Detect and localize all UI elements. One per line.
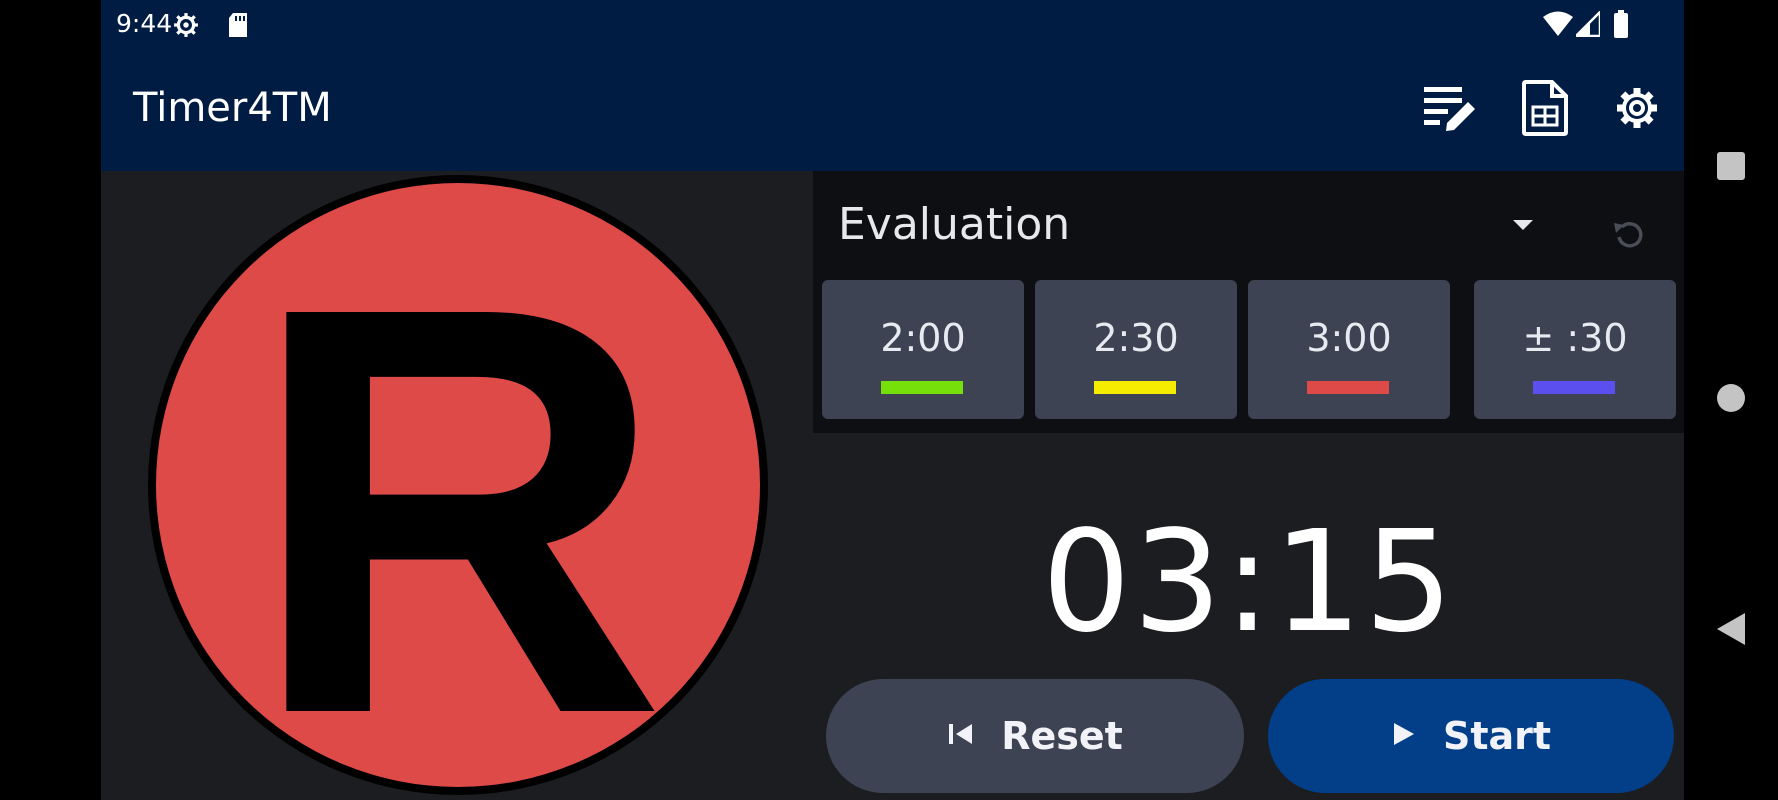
skip-previous-icon [947, 720, 975, 752]
home-button[interactable] [1684, 365, 1778, 435]
start-label: Start [1442, 714, 1552, 758]
status-bar: 9:44 [101, 0, 1684, 50]
app-title: Timer4TM [133, 85, 332, 131]
red-time-value: 3:00 [1306, 316, 1392, 360]
reset-label: Reset [1001, 714, 1123, 758]
status-light: R [139, 171, 779, 800]
recents-button[interactable] [1684, 133, 1778, 203]
speech-type-selector[interactable]: Evaluation 2:00 2:30 3:00 ±:30 [813, 171, 1684, 433]
wifi-icon [1543, 11, 1573, 41]
navigation-bar [1684, 0, 1778, 800]
back-triangle-icon [1716, 612, 1746, 650]
cell-signal-icon [1572, 8, 1602, 41]
sd-card-icon [227, 12, 249, 42]
recents-square-icon [1716, 151, 1746, 185]
grace-time-card[interactable]: ± :30 [1474, 280, 1676, 419]
home-circle-icon [1716, 383, 1746, 417]
green-time-card[interactable]: 2:00 [822, 280, 1024, 419]
settings-gear-icon [1615, 86, 1659, 134]
spreadsheet-icon [1522, 80, 1568, 140]
speech-type-label: Evaluation [838, 199, 1071, 250]
grace-time-value: ± :30 [1522, 316, 1628, 360]
settings-notification-icon [173, 12, 199, 42]
app-bar: Timer4TM [101, 50, 1684, 171]
yellow-time-card[interactable]: 2:30 [1035, 280, 1237, 419]
green-indicator [881, 381, 963, 394]
reset-button[interactable]: Reset [826, 679, 1244, 793]
battery-icon [1613, 10, 1629, 42]
green-time-value: 2:00 [880, 316, 966, 360]
red-time-card[interactable]: 3:00 [1248, 280, 1450, 419]
dropdown-arrow-icon [1503, 220, 1543, 245]
back-button[interactable] [1684, 596, 1778, 666]
status-time: 9:44 [116, 9, 173, 38]
spreadsheet-button[interactable] [1513, 78, 1577, 142]
yellow-indicator [1094, 381, 1176, 394]
status-letter: R [248, 186, 667, 800]
grace-indicator [1533, 381, 1615, 394]
timer-display: 03:15 [1041, 501, 1456, 664]
dropdown-button[interactable] [1503, 211, 1543, 241]
app-screen: 9:44 Timer4TM R Evaluation 2:00 2:30 3:0… [101, 0, 1684, 800]
edit-notes-icon [1424, 83, 1478, 137]
red-indicator [1307, 381, 1389, 394]
undo-button[interactable] [1603, 211, 1653, 261]
timer-panel: Evaluation 2:00 2:30 3:00 ±:30 03:15 Re… [813, 171, 1684, 800]
settings-button[interactable] [1605, 78, 1669, 142]
start-button[interactable]: Start [1268, 679, 1674, 793]
edit-notes-button[interactable] [1419, 78, 1483, 142]
undo-icon [1603, 222, 1653, 265]
yellow-time-value: 2:30 [1093, 316, 1179, 360]
play-icon [1391, 720, 1417, 752]
